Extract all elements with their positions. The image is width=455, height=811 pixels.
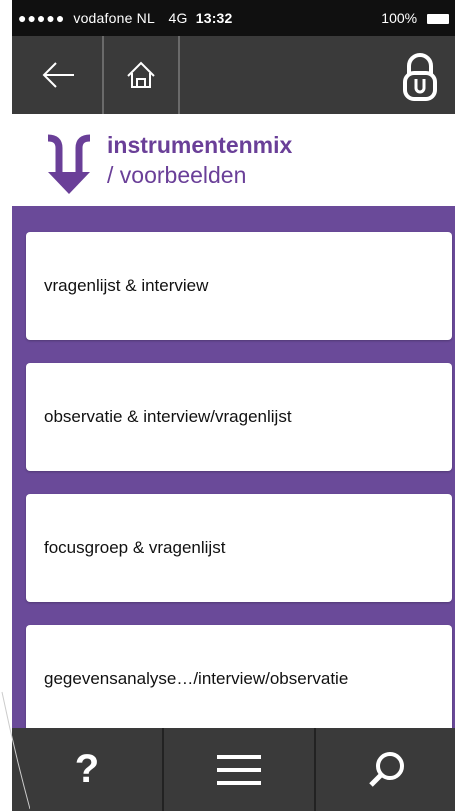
battery-percent: 100% (381, 10, 418, 26)
home-icon (127, 61, 155, 88)
status-time: 13:32 (195, 10, 233, 26)
split-arrow-down-icon (47, 134, 91, 194)
list-item-label: observatie & interview/vragenlijst (44, 407, 292, 426)
page-title: instrumentenmix (107, 132, 293, 158)
page-subtitle: / voorbeelden (107, 162, 247, 188)
phone-screen: ●●●●● vodafone NL 4G 13:32 100% instrume… (12, 0, 455, 811)
arrow-left-icon (42, 62, 74, 88)
lock-button[interactable] (385, 36, 455, 114)
status-left: ●●●●● vodafone NL 4G 13:32 (18, 10, 233, 26)
search-icon (369, 752, 404, 787)
search-button[interactable] (316, 728, 455, 811)
device-edge-curve (1, 691, 30, 810)
list-item[interactable]: focusgroep & vragenlijst (26, 494, 452, 602)
carrier-name: vodafone NL (73, 10, 155, 26)
menu-button[interactable] (164, 728, 314, 811)
home-button[interactable] (104, 36, 178, 114)
list-item-label: gegevensanalyse…/interview/observatie (44, 669, 349, 688)
list-item[interactable]: vragenlijst & interview (26, 232, 452, 340)
signal-strength: ●●●●● (18, 10, 66, 26)
back-button[interactable] (12, 36, 102, 114)
hamburger-menu-icon (217, 755, 261, 785)
list-item[interactable]: gegevensanalyse…/interview/observatie (26, 625, 452, 733)
navigation-bar (12, 36, 455, 114)
status-right: 100% (381, 10, 449, 26)
bottom-tab-bar: ? (12, 728, 455, 811)
help-icon: ? (74, 747, 100, 791)
list-item[interactable]: observatie & interview/vragenlijst (26, 363, 452, 471)
list-item-label: focusgroep & vragenlijst (44, 538, 226, 557)
status-bar: ●●●●● vodafone NL 4G 13:32 100% (12, 0, 455, 36)
help-button[interactable]: ? (12, 728, 162, 811)
list-item-label: vragenlijst & interview (44, 276, 209, 295)
battery-icon (427, 14, 449, 24)
lock-icon (403, 53, 437, 101)
page-header: instrumentenmix / voorbeelden (12, 114, 455, 206)
network-type: 4G (168, 10, 188, 26)
nav-divider (178, 36, 180, 114)
examples-list: vragenlijst & interview observatie & int… (12, 206, 455, 733)
